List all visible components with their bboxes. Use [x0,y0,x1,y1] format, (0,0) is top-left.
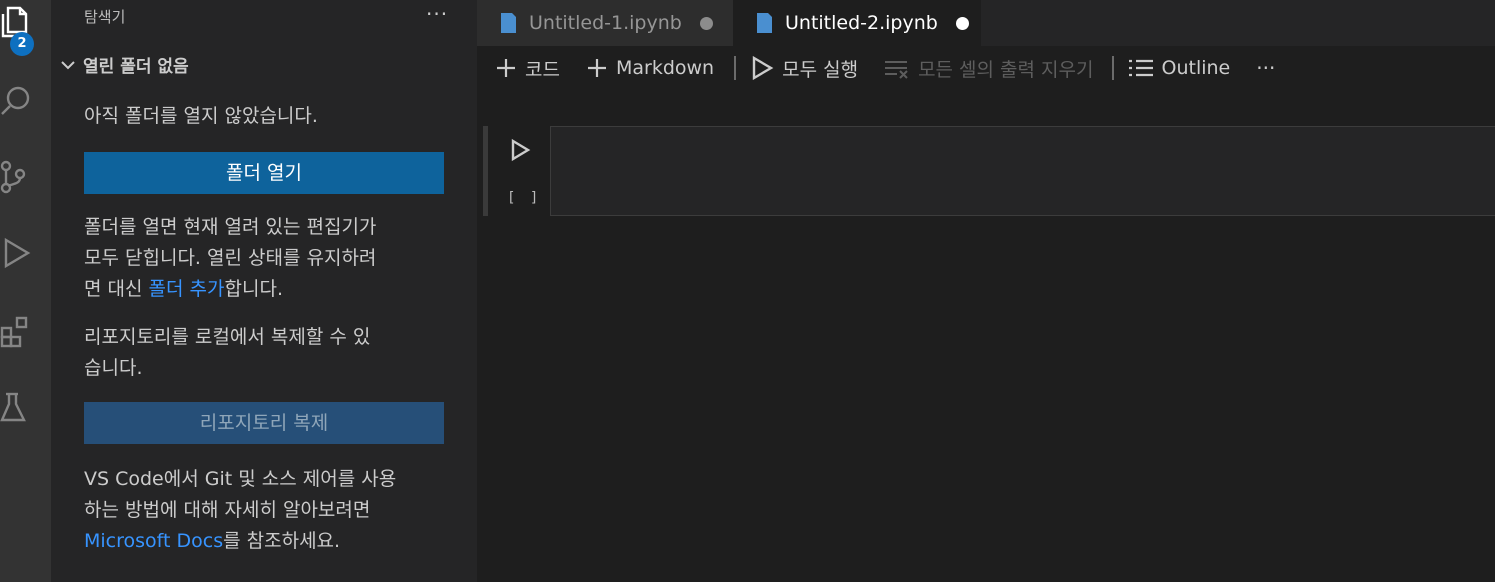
plus-icon [587,59,606,77]
add-folder-link[interactable]: 폴더 추가 [149,278,225,300]
play-icon [752,56,774,80]
plus-icon [497,59,515,77]
notebook-toolbar: 코드 Markdown 모두 실행 모든 셀의 출력 지우기 Outline ·… [477,46,1495,90]
outline-button[interactable]: Outline [1128,57,1231,79]
open-info-line1: 폴더를 열면 현재 열려 있는 편집기가 [84,216,377,238]
clone-info-line1: 리포지토리를 로컬에서 복제할 수 있 [84,326,371,348]
add-markdown-button[interactable]: Markdown [586,57,714,79]
clear-outputs-label: 모든 셀의 출력 지우기 [918,58,1094,81]
run-all-button[interactable]: 모두 실행 [750,55,858,82]
clear-outputs-button[interactable]: 모든 셀의 출력 지우기 [884,55,1094,82]
no-folder-text: 아직 폴더를 열지 않았습니다. [84,105,318,127]
tab-bar: Untitled-1.ipynb Untitled-2.ipynb [477,0,1495,46]
extensions-icon[interactable] [0,314,34,354]
toolbar-separator [734,56,737,80]
section-header-no-folder[interactable]: 열린 폴더 없음 [59,52,189,77]
activity-bar: 2 [0,0,51,582]
clear-all-icon [885,61,908,79]
tab-untitled-2[interactable]: Untitled-2.ipynb [733,0,981,46]
run-debug-icon[interactable] [0,236,34,276]
git-info-line2: 하는 방법에 대해 자세히 알아보려면 [84,499,371,521]
open-folder-button[interactable]: 폴더 열기 [84,152,444,194]
explorer-sidebar: 탐색기 ··· 열린 폴더 없음 아직 폴더를 열지 않았습니다. 폴더 열기 … [51,0,477,582]
open-info-part3: 면 대신 [84,278,149,300]
testing-icon[interactable] [0,390,34,430]
git-info-line1: VS Code에서 Git 및 소스 제어를 사용 [84,468,397,490]
execution-count: [ ] [507,190,542,206]
editor-area: Untitled-1.ipynb Untitled-2.ipynb 코드 Mar… [477,0,1495,582]
open-info-line3: 면 대신 폴더 추가합니다. [84,274,454,305]
tab-untitled-1[interactable]: Untitled-1.ipynb [477,0,733,46]
code-cell-editor[interactable] [550,126,1495,216]
tab-label: Untitled-2.ipynb [785,12,938,34]
add-code-label: 코드 [525,58,560,81]
git-info-line3: Microsoft Docs를 참조하세요. [84,526,454,557]
unsaved-dot-icon[interactable] [699,16,713,30]
clone-info-line2: 습니다. [84,357,143,379]
notebook-icon [501,13,516,33]
clone-info: 리포지토리를 로컬에서 복제할 수 있 습니다. [84,322,454,384]
list-icon [1128,59,1153,77]
run-cell-icon[interactable] [509,138,531,162]
cell-focus-bar [483,126,488,216]
unsaved-dot-icon[interactable] [955,16,969,30]
toolbar-more-button[interactable]: ··· [1256,56,1275,80]
open-info-line2: 모두 닫힙니다. 열린 상태를 유지하려 [84,247,377,269]
outline-label: Outline [1161,57,1231,79]
sidebar-title: 탐색기 [84,8,126,26]
clone-repository-button[interactable]: 리포지토리 복제 [84,402,444,444]
search-icon[interactable] [0,84,34,124]
section-header-label: 열린 폴더 없음 [83,57,189,77]
notebook-icon [757,13,772,33]
explorer-badge: 2 [10,32,34,56]
microsoft-docs-link[interactable]: Microsoft Docs [84,530,223,552]
source-control-icon[interactable] [0,160,34,200]
add-markdown-label: Markdown [615,57,715,79]
toolbar-separator [1111,56,1114,80]
run-all-label: 모두 실행 [782,58,859,81]
git-info-suffix: 를 참조하세요. [223,530,341,552]
chevron-down-icon [61,60,75,69]
sidebar-more-button[interactable]: ··· [426,2,448,26]
open-folder-info: 폴더를 열면 현재 열려 있는 편집기가 모두 닫힙니다. 열린 상태를 유지하… [84,212,454,305]
add-code-button[interactable]: 코드 [495,55,560,82]
tab-label: Untitled-1.ipynb [529,12,682,34]
git-info: VS Code에서 Git 및 소스 제어를 사용 하는 방법에 대해 자세히 … [84,464,454,557]
open-info-part4: 합니다. [224,278,283,300]
